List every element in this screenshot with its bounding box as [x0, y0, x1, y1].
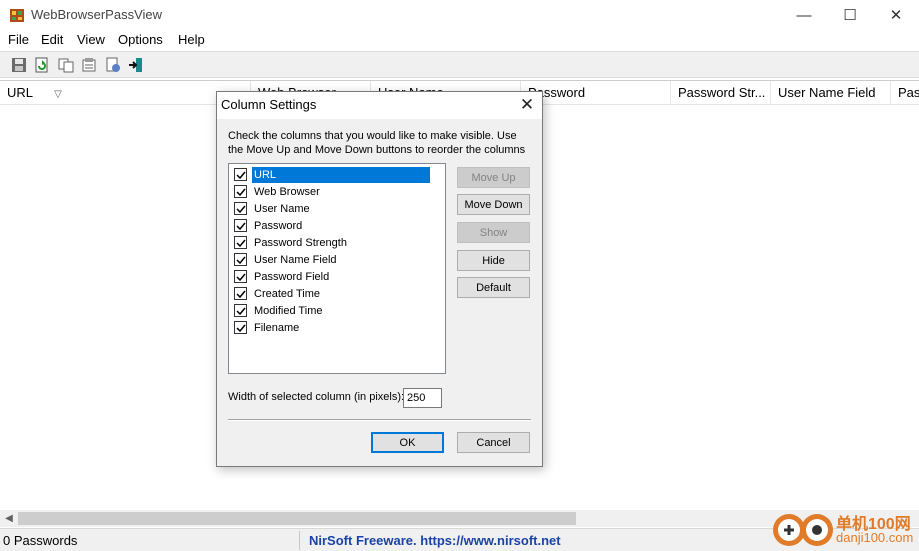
minimize-button[interactable]: — — [781, 0, 827, 30]
hide-button[interactable]: Hide — [457, 250, 530, 271]
refresh-icon[interactable] — [33, 56, 51, 74]
checkbox-checked-icon[interactable] — [234, 236, 247, 249]
column-label: User Name Field — [254, 253, 337, 266]
checkbox-checked-icon[interactable] — [234, 304, 247, 317]
scrollbar-thumb[interactable] — [18, 512, 576, 525]
dialog-title: Column Settings — [221, 97, 317, 112]
window-title: WebBrowserPassView — [31, 7, 163, 22]
show-button[interactable]: Show — [457, 222, 530, 243]
toolbar — [0, 51, 919, 78]
column-label: URL — [252, 166, 430, 183]
nirsoft-link[interactable]: NirSoft Freeware. https://www.nirsoft.ne… — [309, 533, 561, 548]
column-row-password[interactable]: Password — [234, 217, 439, 234]
menu-view[interactable]: View — [77, 32, 105, 47]
column-header-url[interactable]: URL ▽ — [0, 81, 251, 105]
column-label: Password Strength — [254, 236, 347, 249]
column-header-password-strength[interactable]: Password Str... — [671, 81, 771, 105]
maximize-button[interactable]: ☐ — [827, 0, 873, 30]
column-header-password-field[interactable]: Pas — [891, 81, 919, 105]
scroll-left-icon[interactable]: ◀ — [2, 512, 16, 525]
column-row-web-browser[interactable]: Web Browser — [234, 183, 439, 200]
title-bar: WebBrowserPassView — ☐ ✕ — [0, 0, 919, 30]
menu-options[interactable]: Options — [118, 32, 163, 47]
dialog-title-bar: Column Settings ✕ — [217, 92, 542, 119]
save-icon[interactable] — [10, 56, 28, 74]
menu-edit[interactable]: Edit — [41, 32, 63, 47]
column-label: Password Field — [254, 270, 330, 283]
properties-icon[interactable] — [80, 56, 98, 74]
exit-icon[interactable] — [127, 56, 145, 74]
move-down-button[interactable]: Move Down — [457, 194, 530, 215]
app-icon — [10, 9, 24, 22]
dialog-close-button[interactable]: ✕ — [515, 94, 539, 116]
checkbox-checked-icon[interactable] — [234, 270, 247, 283]
column-width-label: Width of selected column (in pixels): — [228, 391, 405, 403]
column-checklist[interactable]: URL Web Browser User Name Password Passw… — [228, 163, 446, 374]
menu-bar: File Edit View Options Help — [0, 30, 919, 50]
column-label: User Name — [254, 202, 310, 215]
watermark-domain: danji100.com — [836, 530, 914, 545]
checkbox-checked-icon[interactable] — [234, 168, 247, 181]
column-label: Password — [254, 219, 303, 232]
checkbox-checked-icon[interactable] — [234, 202, 247, 215]
menu-help[interactable]: Help — [178, 32, 205, 47]
checkbox-checked-icon[interactable] — [234, 253, 247, 266]
column-label: Web Browser — [254, 185, 320, 198]
checkbox-checked-icon[interactable] — [234, 185, 247, 198]
dialog-separator — [228, 419, 531, 421]
column-row-created-time[interactable]: Created Time — [234, 285, 439, 302]
default-button[interactable]: Default — [457, 277, 530, 298]
dialog-instructions: Check the columns that you would like to… — [228, 130, 526, 156]
column-header-password[interactable]: Password — [521, 81, 671, 105]
column-row-user-name-field[interactable]: User Name Field — [234, 251, 439, 268]
column-settings-dialog: Column Settings ✕ Check the columns that… — [216, 91, 543, 467]
status-divider — [299, 531, 300, 550]
column-row-filename[interactable]: Filename — [234, 319, 439, 336]
checkbox-checked-icon[interactable] — [234, 219, 247, 232]
status-count: 0 Passwords — [3, 533, 78, 548]
column-width-input[interactable] — [403, 388, 442, 408]
column-row-user-name[interactable]: User Name — [234, 200, 439, 217]
column-header-user-name-field[interactable]: User Name Field — [771, 81, 891, 105]
column-row-modified-time[interactable]: Modified Time — [234, 302, 439, 319]
watermark: 单机100网 danji100.com — [772, 508, 917, 550]
checkbox-checked-icon[interactable] — [234, 321, 247, 334]
column-label: Filename — [254, 321, 300, 334]
column-row-password-strength[interactable]: Password Strength — [234, 234, 439, 251]
sort-arrow-icon: ▽ — [54, 89, 62, 100]
ok-button[interactable]: OK — [371, 432, 444, 453]
cancel-button[interactable]: Cancel — [457, 432, 530, 453]
column-label: Created Time — [254, 287, 321, 300]
checkbox-checked-icon[interactable] — [234, 287, 247, 300]
html-report-icon[interactable] — [104, 56, 122, 74]
copy-icon[interactable] — [57, 56, 75, 74]
menu-file[interactable]: File — [8, 32, 29, 47]
column-row-url[interactable]: URL — [234, 166, 439, 183]
column-label: Modified Time — [254, 304, 323, 317]
watermark-logo-icon — [773, 514, 833, 546]
move-up-button[interactable]: Move Up — [457, 167, 530, 188]
close-button[interactable]: ✕ — [873, 0, 919, 30]
column-row-password-field[interactable]: Password Field — [234, 268, 439, 285]
